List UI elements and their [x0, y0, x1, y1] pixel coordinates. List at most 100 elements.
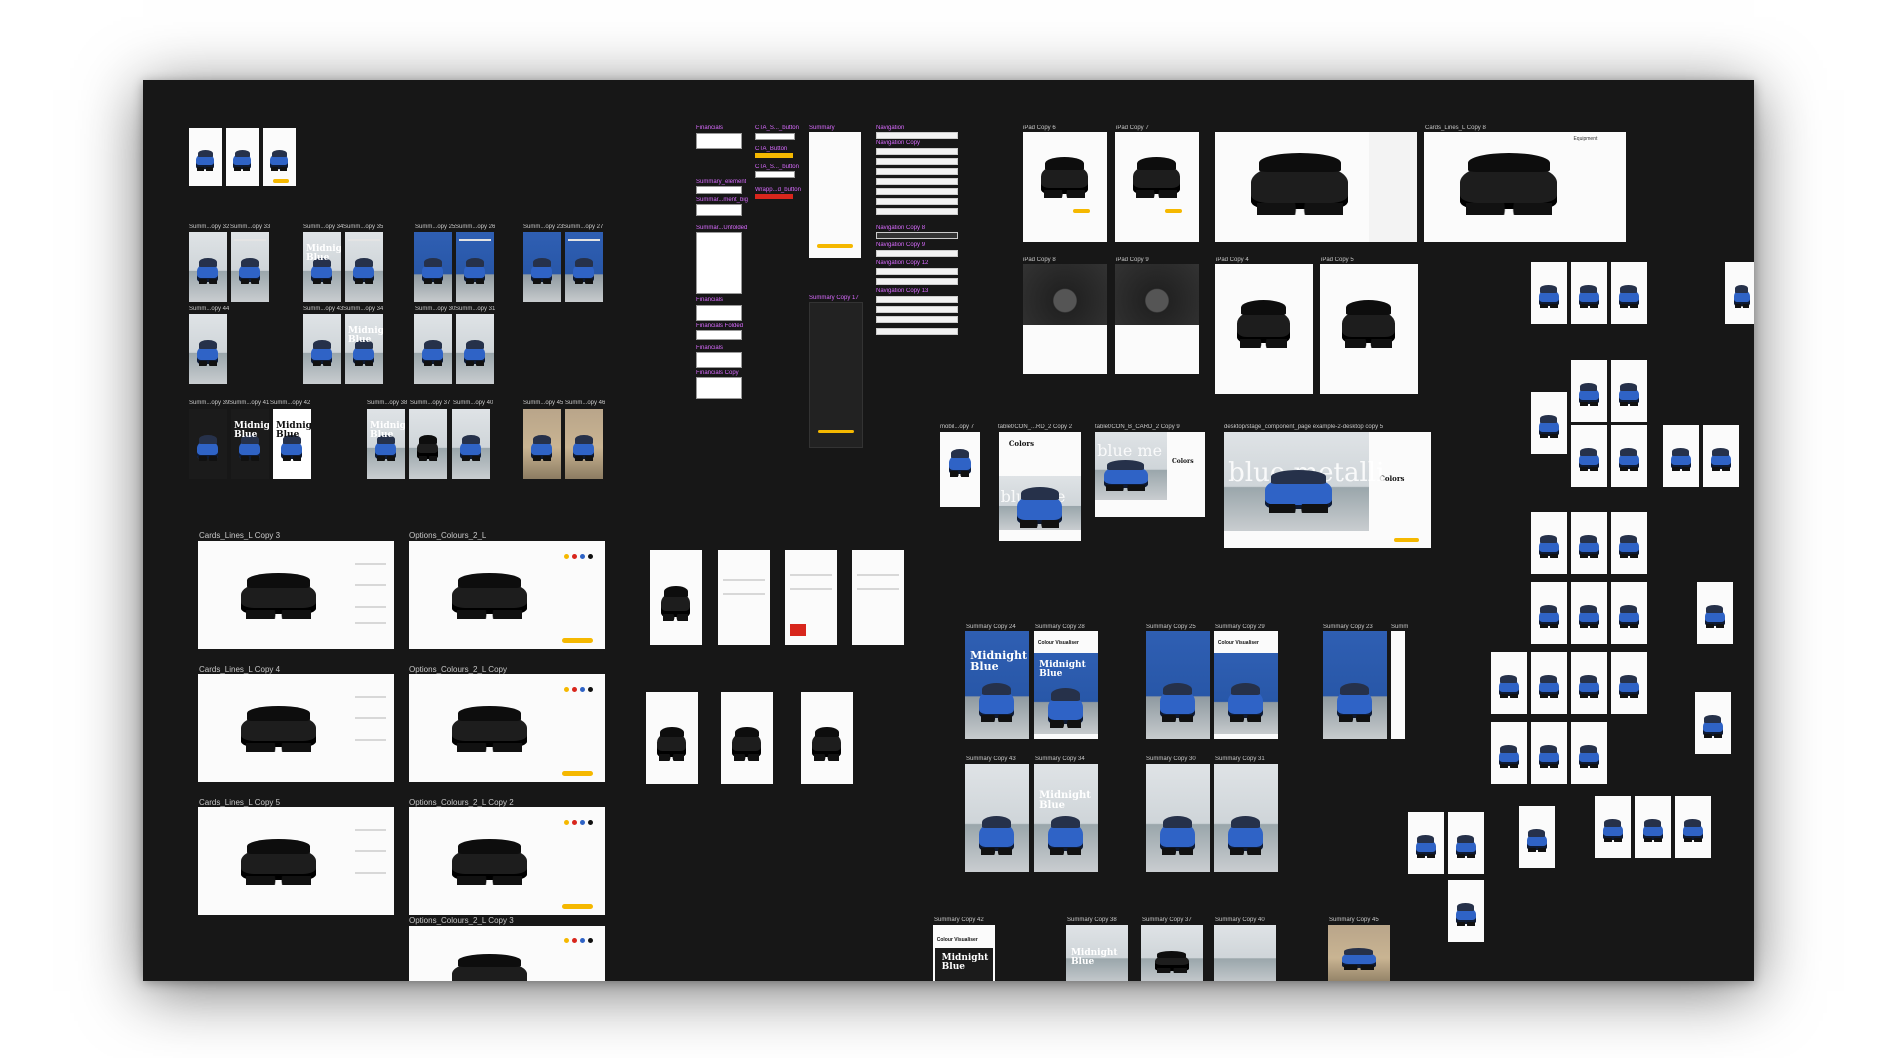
- navigation-bar[interactable]: [876, 188, 958, 195]
- swatch[interactable]: [563, 938, 569, 943]
- cta-button[interactable]: [816, 244, 854, 248]
- artboard[interactable]: [1703, 425, 1739, 487]
- swatch[interactable]: [579, 553, 585, 559]
- artboard[interactable]: [565, 232, 603, 302]
- artboard[interactable]: [1491, 652, 1527, 714]
- artboard[interactable]: [721, 692, 773, 784]
- artboard[interactable]: [1611, 512, 1647, 574]
- artboard[interactable]: [785, 550, 837, 645]
- swatch[interactable]: [587, 938, 593, 943]
- artboard[interactable]: Colors blue me: [999, 432, 1081, 541]
- artboard[interactable]: [1697, 582, 1733, 644]
- wrapped-button[interactable]: [755, 194, 793, 199]
- artboard[interactable]: Midnight Blue: [273, 409, 311, 479]
- navigation-bar[interactable]: [876, 232, 958, 239]
- artboard[interactable]: Colour Visualiser Midnight Blue: [933, 925, 995, 981]
- artboard[interactable]: [198, 807, 394, 915]
- artboard[interactable]: [1611, 652, 1647, 714]
- design-canvas[interactable]: Summ...opy 32 Summ...opy 33 Summ...opy 3…: [143, 80, 1754, 981]
- summary-element-big[interactable]: [696, 204, 742, 216]
- artboard[interactable]: [852, 550, 904, 645]
- swatch[interactable]: [587, 686, 593, 692]
- cta-button[interactable]: [561, 638, 594, 643]
- navigation-bar[interactable]: [876, 316, 958, 323]
- navigation-bar[interactable]: [876, 158, 958, 165]
- artboard[interactable]: Colour Visualiser: [1214, 631, 1278, 739]
- navigation-bar[interactable]: [876, 250, 958, 257]
- artboard[interactable]: [1328, 925, 1390, 981]
- artboard[interactable]: [1531, 722, 1567, 784]
- artboard[interactable]: [345, 232, 383, 302]
- cta-small-button[interactable]: [755, 171, 795, 178]
- artboard[interactable]: [1695, 692, 1731, 754]
- artboard[interactable]: [1571, 582, 1607, 644]
- artboard[interactable]: [1448, 880, 1484, 942]
- artboard[interactable]: [263, 128, 296, 186]
- artboard[interactable]: [718, 550, 770, 645]
- artboard[interactable]: [409, 807, 605, 915]
- artboard[interactable]: [1663, 425, 1699, 487]
- swatch[interactable]: [579, 938, 585, 943]
- artboard[interactable]: [1320, 264, 1418, 394]
- financials-block[interactable]: [696, 352, 742, 368]
- artboard[interactable]: Midnight Blue: [231, 409, 269, 479]
- artboard[interactable]: [1391, 631, 1405, 739]
- artboard[interactable]: [801, 692, 853, 784]
- summary-panel-dark[interactable]: [809, 302, 863, 448]
- artboard[interactable]: Equipment: [1424, 132, 1626, 242]
- navigation-bar[interactable]: [876, 178, 958, 185]
- artboard[interactable]: [226, 128, 259, 186]
- artboard[interactable]: Midnight Blue: [1034, 764, 1098, 872]
- swatch[interactable]: [571, 938, 577, 943]
- artboard[interactable]: [565, 409, 603, 479]
- cta-small-button[interactable]: [755, 133, 795, 140]
- artboard[interactable]: [1571, 262, 1607, 324]
- financials-block[interactable]: [696, 305, 742, 321]
- artboard[interactable]: [1635, 796, 1671, 858]
- swatch[interactable]: [587, 819, 593, 825]
- artboard[interactable]: [189, 128, 222, 186]
- artboard[interactable]: [1571, 425, 1607, 487]
- cta-button[interactable]: [1073, 209, 1091, 214]
- artboard[interactable]: [1611, 360, 1647, 422]
- artboard[interactable]: [1531, 582, 1567, 644]
- artboard[interactable]: Midnight Blue: [367, 409, 405, 479]
- navigation-bar[interactable]: [876, 198, 958, 205]
- artboard[interactable]: [1531, 512, 1567, 574]
- artboard[interactable]: [646, 692, 698, 784]
- artboard[interactable]: Colour Visualiser Midnight Blue: [1034, 631, 1098, 739]
- artboard[interactable]: [1214, 764, 1278, 872]
- artboard[interactable]: [1408, 812, 1444, 874]
- artboard[interactable]: [414, 314, 452, 384]
- artboard[interactable]: [1531, 262, 1567, 324]
- cta-button[interactable]: [561, 771, 594, 776]
- artboard[interactable]: Midnight Blue: [965, 631, 1029, 739]
- artboard[interactable]: blue metalli Colors: [1224, 432, 1431, 548]
- swatch[interactable]: [571, 553, 577, 559]
- financials-folded[interactable]: [696, 330, 742, 340]
- artboard[interactable]: [1531, 392, 1567, 454]
- artboard[interactable]: [189, 409, 227, 479]
- artboard[interactable]: [456, 314, 494, 384]
- swatches[interactable]: [563, 686, 593, 692]
- artboard[interactable]: Midnight Blue: [303, 232, 341, 302]
- artboard[interactable]: Midnight Blue: [1066, 925, 1128, 981]
- artboard[interactable]: [1595, 796, 1631, 858]
- artboard[interactable]: [1214, 925, 1276, 981]
- artboard[interactable]: [409, 674, 605, 782]
- swatch[interactable]: [571, 686, 577, 692]
- artboard[interactable]: [650, 550, 702, 645]
- artboard[interactable]: [456, 232, 494, 302]
- artboard[interactable]: [1571, 360, 1607, 422]
- artboard[interactable]: [409, 541, 605, 649]
- swatches[interactable]: [563, 553, 593, 559]
- artboard[interactable]: [1115, 132, 1199, 242]
- swatches[interactable]: [563, 819, 593, 825]
- artboard[interactable]: [1725, 262, 1754, 324]
- navigation-bar[interactable]: [876, 268, 958, 275]
- cta-button[interactable]: [817, 429, 855, 433]
- artboard[interactable]: Midnight Blue: [345, 314, 383, 384]
- artboard[interactable]: [1215, 132, 1417, 242]
- summary-element[interactable]: [696, 186, 742, 194]
- navigation-bar[interactable]: [876, 208, 958, 215]
